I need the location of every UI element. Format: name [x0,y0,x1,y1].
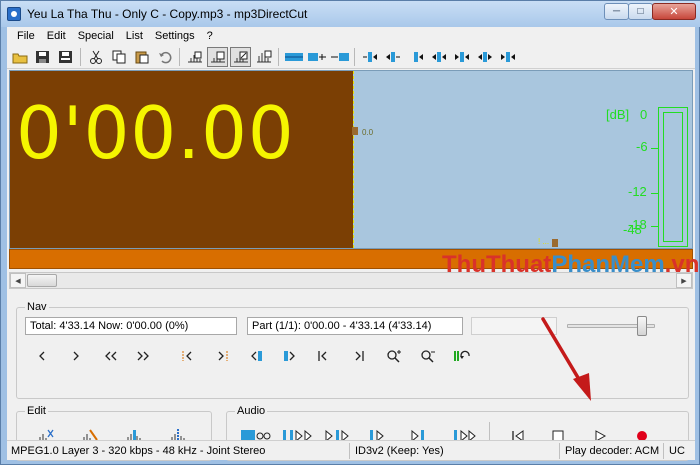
level-meter [658,107,688,247]
db-header: [dB] [606,107,630,122]
db-level-0: 0 [640,107,648,122]
zoom-out-icon[interactable] [417,346,439,366]
status-mode: UC [669,445,685,457]
db-level-48: -48 [623,222,642,237]
app-icon [7,7,21,21]
prev-cue-icon[interactable] [177,346,199,366]
toolbar-separator [354,47,355,66]
toolbar-separator [80,47,81,66]
toolbar-separator [179,47,180,66]
normalize-icon[interactable] [230,46,251,67]
status-separator [559,443,560,459]
db-tick [651,148,658,149]
goto-start-icon[interactable] [313,346,335,366]
fast-forward-icon[interactable] [133,346,155,366]
app-window: Yeu La Tha Thu - Only C - Copy.mp3 - mp3… [0,0,700,465]
audio-title: Audio [235,405,268,417]
edit-title: Edit [25,405,48,417]
level-meter-inner [663,112,683,242]
goto-begin-icon[interactable] [359,47,380,67]
split-icon[interactable] [283,47,304,67]
move-right-icon[interactable] [428,47,449,67]
set-begin-icon[interactable] [306,47,327,67]
zoom-region-icon[interactable] [207,46,228,67]
menu-special[interactable]: Special [72,27,120,45]
cursor-line [353,71,354,248]
copy-icon[interactable] [108,47,129,67]
db-level-12: -12 [628,184,647,199]
db-level-6: -6 [636,139,648,154]
time-display: 0'00.00 [16,91,295,175]
paste-icon[interactable] [131,47,152,67]
scroll-thumb[interactable] [27,274,57,287]
marker-value: 0.0 [362,128,374,137]
status-format: MPEG1.0 Layer 3 - 320 kbps - 48 kHz - Jo… [11,445,266,457]
volume-icon[interactable] [474,47,495,67]
zoom-in-icon[interactable] [383,346,405,366]
part-field: Part (1/1): 0'00.00 - 4'33.14 (4'33.14) [247,317,463,335]
status-decoder: Play decoder: ACM [565,445,660,457]
maximize-button[interactable]: □ [628,3,653,20]
total-now-field: Total: 4'33.14 Now: 0'00.00 (0%) [25,317,237,335]
status-separator [663,443,664,459]
loop-icon[interactable] [451,346,473,366]
next-cue-icon[interactable] [211,346,233,366]
goto-end-icon[interactable] [382,47,403,67]
menu-bar: File Edit Special List Settings ? [7,27,695,45]
select-all-icon[interactable] [451,47,472,67]
step-back-icon[interactable] [31,346,53,366]
watermark-part-b: PhanMem [551,251,665,278]
watermark-part-a: ThuThuat [442,251,552,278]
db-tick [651,193,658,194]
scroll-left-icon[interactable]: ◀ [10,273,26,288]
nav-group: Nav Total: 4'33.14 Now: 0'00.00 (0%) Par… [16,301,689,399]
status-separator [349,443,350,459]
menu-file[interactable]: File [11,27,41,45]
menu-list[interactable]: List [120,27,149,45]
menu-settings[interactable]: Settings [149,27,201,45]
extra-field [471,317,557,335]
db-tick [651,226,658,227]
insert-icon[interactable] [184,47,205,67]
undo-icon[interactable] [154,47,175,67]
goto-end-nav-icon[interactable] [347,346,369,366]
position-marker[interactable] [352,127,358,135]
toolbar [7,45,695,69]
end-marker-label: ! ... [538,237,550,246]
next-selection-icon[interactable] [279,346,301,366]
minimize-button[interactable]: ─ [604,3,629,20]
client-area: File Edit Special List Settings ? 0'00.0… [7,27,695,461]
close-button[interactable]: ✕ [652,3,696,20]
volume-slider-thumb[interactable] [637,316,648,336]
cut-icon[interactable] [85,47,106,67]
watermark: ThuThuatPhanMem.vn [442,251,699,279]
save-icon[interactable] [32,47,53,67]
menu-edit[interactable]: Edit [41,27,72,45]
watermark-part-c: .vn [664,251,700,278]
title-bar: Yeu La Tha Thu - Only C - Copy.mp3 - mp3… [1,1,700,27]
open-icon[interactable] [9,47,30,67]
toolbar-separator [278,47,279,66]
fast-back-icon[interactable] [99,346,121,366]
window-title: Yeu La Tha Thu - Only C - Copy.mp3 - mp3… [27,7,308,21]
status-bar: MPEG1.0 Layer 3 - 320 kbps - 48 kHz - Jo… [7,440,695,460]
waveform-display[interactable]: 0'00.00 0.0 ! ... [dB] 0 -6 -12 -18 [9,70,693,249]
level-icon[interactable] [497,47,518,67]
step-forward-icon[interactable] [65,346,87,366]
menu-help[interactable]: ? [201,27,219,45]
move-left-icon[interactable] [405,47,426,67]
nav-title: Nav [25,301,49,313]
waveform-icon[interactable] [253,47,274,67]
set-end-icon[interactable] [329,47,350,67]
status-tag: ID3v2 (Keep: Yes) [355,445,444,457]
save-split-icon[interactable] [55,47,76,67]
end-marker[interactable] [552,239,558,247]
prev-selection-icon[interactable] [245,346,267,366]
